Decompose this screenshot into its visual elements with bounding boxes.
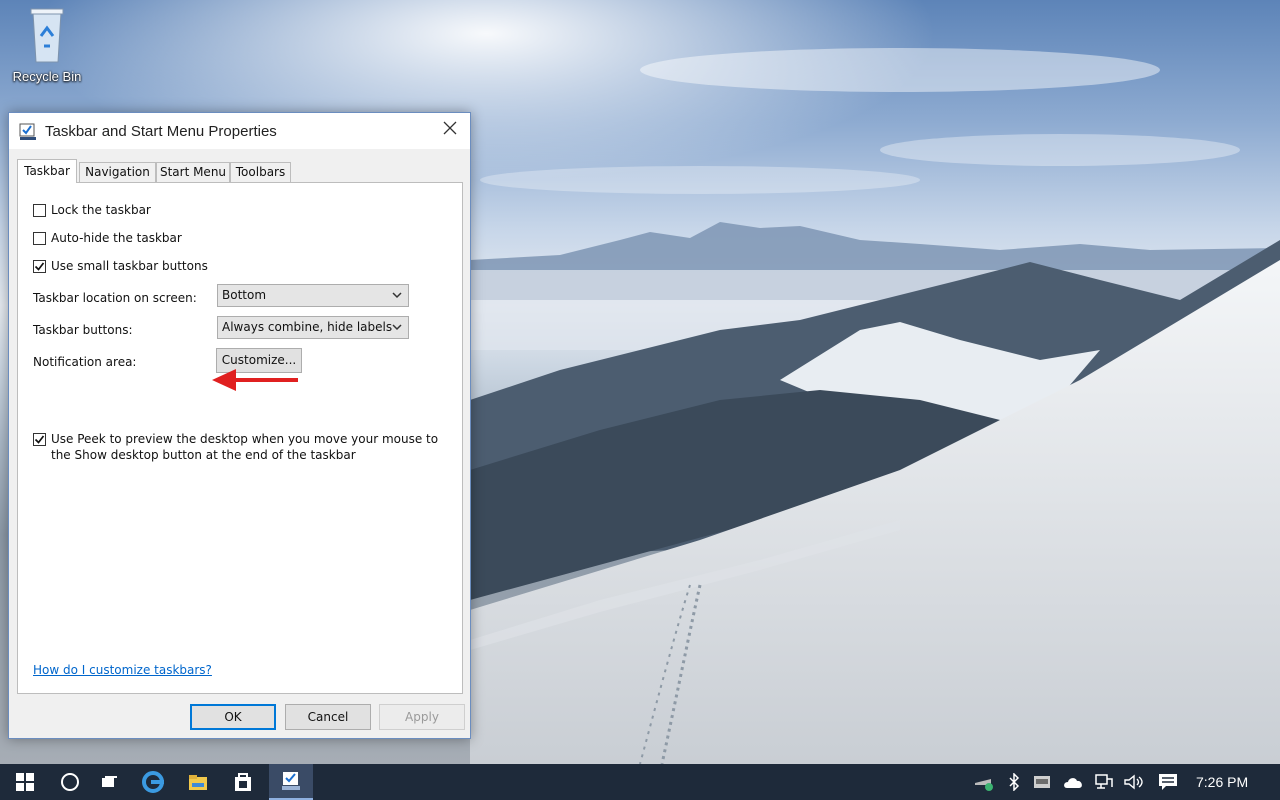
peek-option[interactable]: Use Peek to preview the desktop when you… — [33, 431, 446, 463]
network-tray[interactable] — [972, 764, 996, 800]
tab-start-menu[interactable]: Start Menu — [156, 162, 230, 182]
recycle-bin-label: Recycle Bin — [12, 69, 82, 84]
taskbar-properties-icon — [19, 123, 36, 140]
tab-navigation[interactable]: Navigation — [79, 162, 156, 182]
location-label: Taskbar location on screen: — [33, 291, 197, 305]
small-buttons-label: Use small taskbar buttons — [51, 259, 208, 273]
close-icon — [443, 121, 457, 135]
onedrive-tray[interactable] — [1062, 764, 1086, 800]
checkmark-icon — [34, 435, 45, 444]
chevron-down-icon — [392, 292, 402, 299]
autohide-label: Auto-hide the taskbar — [51, 231, 182, 245]
lock-taskbar-option[interactable]: Lock the taskbar — [33, 203, 151, 217]
store-icon — [235, 773, 251, 791]
taskbar: 7:26 PM — [0, 764, 1280, 800]
small-buttons-checkbox[interactable] — [33, 259, 46, 273]
notification-area-label: Notification area: — [33, 355, 137, 369]
onedrive-icon — [1064, 778, 1082, 788]
ethernet-icon — [1095, 774, 1113, 789]
store-button[interactable] — [223, 764, 263, 800]
taskbar-buttons-value: Always combine, hide labels — [222, 320, 393, 334]
small-buttons-option[interactable]: Use small taskbar buttons — [33, 259, 208, 273]
cortana-icon — [61, 773, 79, 791]
peek-label: Use Peek to preview the desktop when you… — [51, 432, 439, 462]
help-link[interactable]: How do I customize taskbars? — [33, 663, 212, 677]
start-button[interactable] — [5, 764, 45, 800]
tab-taskbar[interactable]: Taskbar — [17, 159, 77, 183]
lock-taskbar-checkbox[interactable] — [33, 203, 46, 217]
autohide-option[interactable]: Auto-hide the taskbar — [33, 231, 182, 245]
taskbar-properties-icon — [282, 772, 300, 790]
taskbar-tab-panel: Lock the taskbar Auto-hide the taskbar U… — [17, 182, 463, 694]
recycle-bin[interactable]: Recycle Bin — [6, 6, 88, 84]
taskbar-properties-dialog: Taskbar and Start Menu Properties Taskba… — [8, 112, 471, 739]
vm-tray[interactable] — [1031, 764, 1053, 800]
tab-toolbars[interactable]: Toolbars — [230, 162, 291, 182]
location-dropdown[interactable]: Bottom — [217, 284, 409, 307]
autohide-checkbox[interactable] — [33, 231, 46, 245]
location-value: Bottom — [222, 288, 267, 302]
chevron-down-icon — [392, 324, 402, 331]
action-center-icon — [1159, 774, 1177, 790]
dialog-title: Taskbar and Start Menu Properties — [45, 123, 277, 140]
file-explorer-icon — [189, 775, 207, 790]
lock-taskbar-label: Lock the taskbar — [51, 203, 151, 217]
recycle-bin-icon — [30, 8, 64, 63]
cortana-button[interactable] — [50, 764, 90, 800]
file-explorer-button[interactable] — [178, 764, 218, 800]
clock[interactable]: 7:26 PM — [1196, 774, 1248, 790]
checkmark-icon — [34, 261, 45, 271]
task-view-icon — [102, 776, 117, 787]
ethernet-tray[interactable] — [1093, 764, 1115, 800]
bluetooth-tray[interactable] — [1004, 764, 1024, 800]
taskbar-buttons-label: Taskbar buttons: — [33, 323, 133, 337]
bluetooth-icon — [1009, 773, 1020, 791]
close-button[interactable] — [430, 113, 470, 143]
action-center-tray[interactable] — [1155, 764, 1181, 800]
ok-button[interactable]: OK — [190, 704, 276, 730]
vm-icon — [1034, 776, 1050, 788]
edge-icon — [142, 771, 164, 793]
cancel-button[interactable]: Cancel — [285, 704, 371, 730]
task-view-button[interactable] — [90, 764, 130, 800]
annotation-arrow-icon — [212, 369, 298, 391]
network-icon — [975, 779, 993, 791]
peek-checkbox[interactable] — [33, 433, 46, 446]
taskbar-buttons-dropdown[interactable]: Always combine, hide labels — [217, 316, 409, 339]
volume-icon — [1124, 774, 1143, 790]
volume-tray[interactable] — [1122, 764, 1146, 800]
taskbar-properties-app[interactable] — [269, 764, 313, 800]
apply-button[interactable]: Apply — [379, 704, 465, 730]
edge-button[interactable] — [133, 764, 173, 800]
dialog-titlebar[interactable]: Taskbar and Start Menu Properties — [9, 113, 470, 149]
start-icon — [16, 773, 34, 791]
